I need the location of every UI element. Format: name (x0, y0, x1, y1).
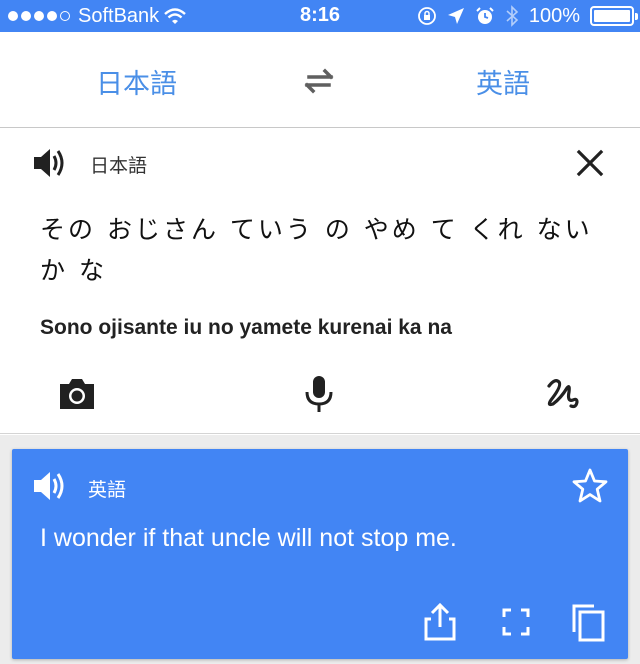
speaker-icon[interactable] (32, 146, 68, 180)
location-arrow-icon (447, 8, 464, 24)
target-language-label: 英語 (88, 479, 127, 501)
battery-icon (590, 6, 638, 26)
fullscreen-icon[interactable] (498, 602, 534, 642)
status-left: SoftBank (8, 4, 187, 28)
source-language-label: 日本語 (90, 155, 148, 177)
translated-text: I wonder if that uncle will not stop me. (40, 524, 457, 552)
swap-arrows-icon[interactable] (301, 66, 337, 96)
camera-icon[interactable] (57, 374, 97, 414)
speaker-icon[interactable] (32, 469, 68, 503)
microphone-icon[interactable] (299, 374, 339, 414)
bluetooth-icon (506, 5, 519, 27)
close-icon[interactable] (573, 146, 607, 180)
star-icon[interactable] (571, 467, 609, 505)
handwriting-icon[interactable] (543, 374, 583, 414)
signal-strength-icon (8, 11, 70, 21)
orientation-lock-icon (417, 7, 436, 25)
status-right: 100% (417, 4, 638, 28)
source-language-button[interactable]: 日本語 (96, 62, 177, 101)
input-card: 日本語 その おじさん ていう の やめ て くれ ない か な Sono oj… (0, 129, 640, 434)
translation-result-card[interactable]: 英語 I wonder if that uncle will not stop … (12, 449, 628, 659)
share-icon[interactable] (422, 602, 458, 642)
wifi-icon (164, 8, 186, 24)
target-language-button[interactable]: 英語 (476, 62, 530, 101)
status-bar: SoftBank 8:16 100% (0, 0, 640, 32)
romanization-text: Sono ojisante iu no yamete kurenai ka na (40, 316, 452, 339)
copy-icon[interactable] (570, 602, 606, 642)
source-text[interactable]: その おじさん ていう の やめ て くれ ない か な (40, 209, 600, 291)
battery-percentage: 100% (528, 4, 580, 27)
language-bar: 日本語 英語 (0, 32, 640, 128)
alarm-icon (476, 7, 494, 24)
carrier-name: SoftBank (78, 4, 160, 27)
